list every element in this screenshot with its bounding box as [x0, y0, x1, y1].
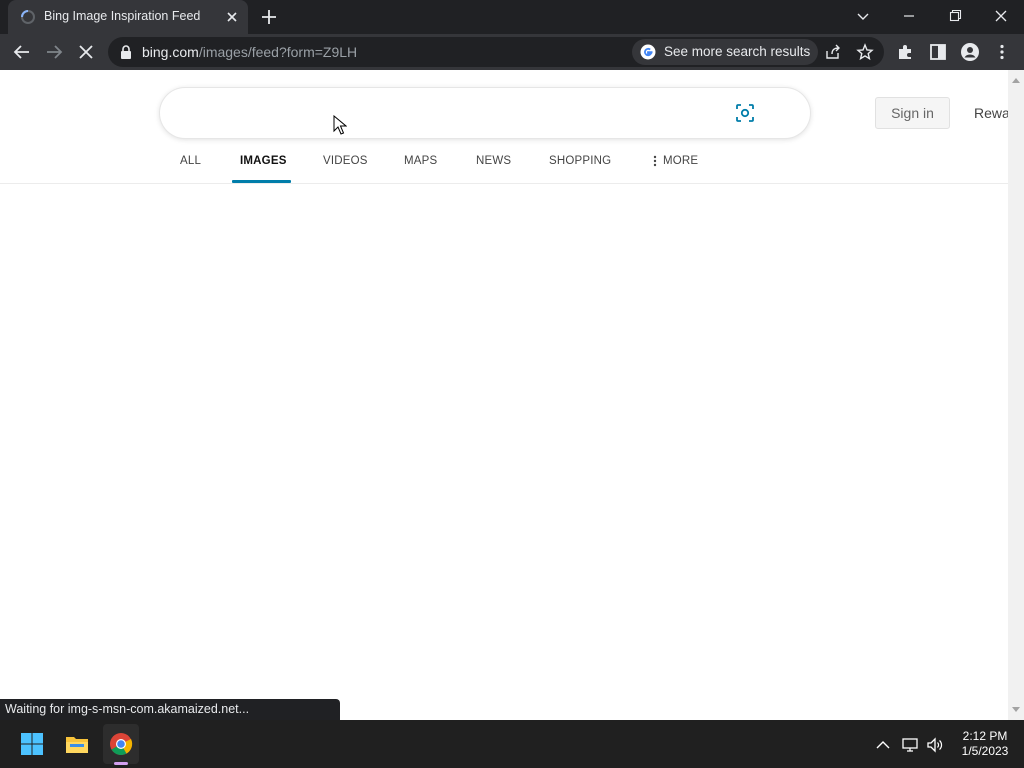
scroll-up-arrow-icon[interactable]	[1011, 76, 1021, 84]
running-app-indicator	[114, 762, 128, 765]
url-path: /images/feed?form=Z9LH	[198, 44, 358, 60]
address-bar[interactable]: bing.com/images/feed?form=Z9LH See more …	[108, 37, 884, 67]
browser-toolbar: bing.com/images/feed?form=Z9LH See more …	[0, 34, 1024, 70]
url-text[interactable]: bing.com/images/feed?form=Z9LH	[142, 44, 357, 60]
browser-tab[interactable]: Bing Image Inspiration Feed	[8, 0, 248, 34]
page-scrollbar[interactable]	[1008, 70, 1024, 720]
sign-in-button[interactable]: Sign in	[875, 97, 950, 129]
see-more-results-label: See more search results	[664, 44, 811, 59]
close-window-icon[interactable]	[989, 6, 1013, 26]
see-more-results-chip[interactable]: See more search results	[632, 39, 818, 65]
url-host: bing.com	[142, 44, 199, 60]
minimize-icon[interactable]	[897, 6, 921, 26]
tab-images[interactable]: IMAGES	[240, 155, 287, 167]
show-hidden-icons-chevron-icon[interactable]	[874, 736, 892, 754]
tab-search-chevron-icon[interactable]	[851, 6, 875, 26]
scroll-down-arrow-icon[interactable]	[1011, 706, 1021, 714]
bing-images-page: Sign in Rewa ALL IMAGES VIDEOS MAPS NEWS…	[0, 70, 1008, 720]
visual-search-icon[interactable]	[735, 103, 755, 123]
mouse-cursor-icon	[333, 115, 347, 135]
profile-icon[interactable]	[960, 42, 980, 62]
rewards-link[interactable]: Rewa	[974, 105, 1008, 121]
chrome-icon[interactable]	[109, 732, 133, 756]
tab-news[interactable]: NEWS	[476, 155, 511, 167]
side-panel-icon[interactable]	[928, 42, 948, 62]
search-input[interactable]	[160, 88, 810, 138]
clock-time: 2:12 PM	[962, 729, 1008, 743]
restore-icon[interactable]	[943, 6, 967, 26]
close-tab-icon[interactable]	[224, 9, 240, 25]
file-explorer-icon[interactable]	[65, 732, 89, 756]
tab-shopping[interactable]: SHOPPING	[549, 155, 611, 167]
system-clock[interactable]: 2:12 PM 1/5/2023	[958, 729, 1012, 759]
tab-all[interactable]: ALL	[180, 155, 201, 167]
clock-date: 1/5/2023	[961, 744, 1009, 758]
volume-icon[interactable]	[926, 736, 944, 754]
new-tab-icon[interactable]	[259, 7, 279, 27]
network-icon[interactable]	[901, 736, 919, 754]
extensions-icon[interactable]	[896, 42, 916, 62]
tab-maps[interactable]: MAPS	[404, 155, 437, 167]
stop-loading-icon[interactable]	[76, 42, 96, 62]
forward-icon[interactable]	[44, 42, 64, 62]
tab-title: Bing Image Inspiration Feed	[44, 9, 201, 23]
tab-strip: Bing Image Inspiration Feed	[0, 0, 1024, 34]
tab-videos[interactable]: VIDEOS	[323, 155, 368, 167]
windows-taskbar: 2:12 PM 1/5/2023	[0, 720, 1024, 768]
status-bubble: Waiting for img-s-msn-com.akamaized.net.…	[0, 699, 340, 720]
menu-kebab-icon[interactable]	[992, 42, 1012, 62]
tab-more[interactable]: MORE	[663, 155, 698, 167]
nav-divider	[0, 183, 1008, 184]
loading-spinner-icon	[21, 10, 35, 24]
back-icon[interactable]	[12, 42, 32, 62]
windows-start-icon[interactable]	[20, 732, 44, 756]
more-dots-icon	[653, 155, 657, 167]
share-icon[interactable]	[824, 43, 842, 61]
lock-icon[interactable]	[120, 45, 132, 59]
bookmark-star-icon[interactable]	[856, 43, 874, 61]
google-icon	[640, 44, 656, 60]
